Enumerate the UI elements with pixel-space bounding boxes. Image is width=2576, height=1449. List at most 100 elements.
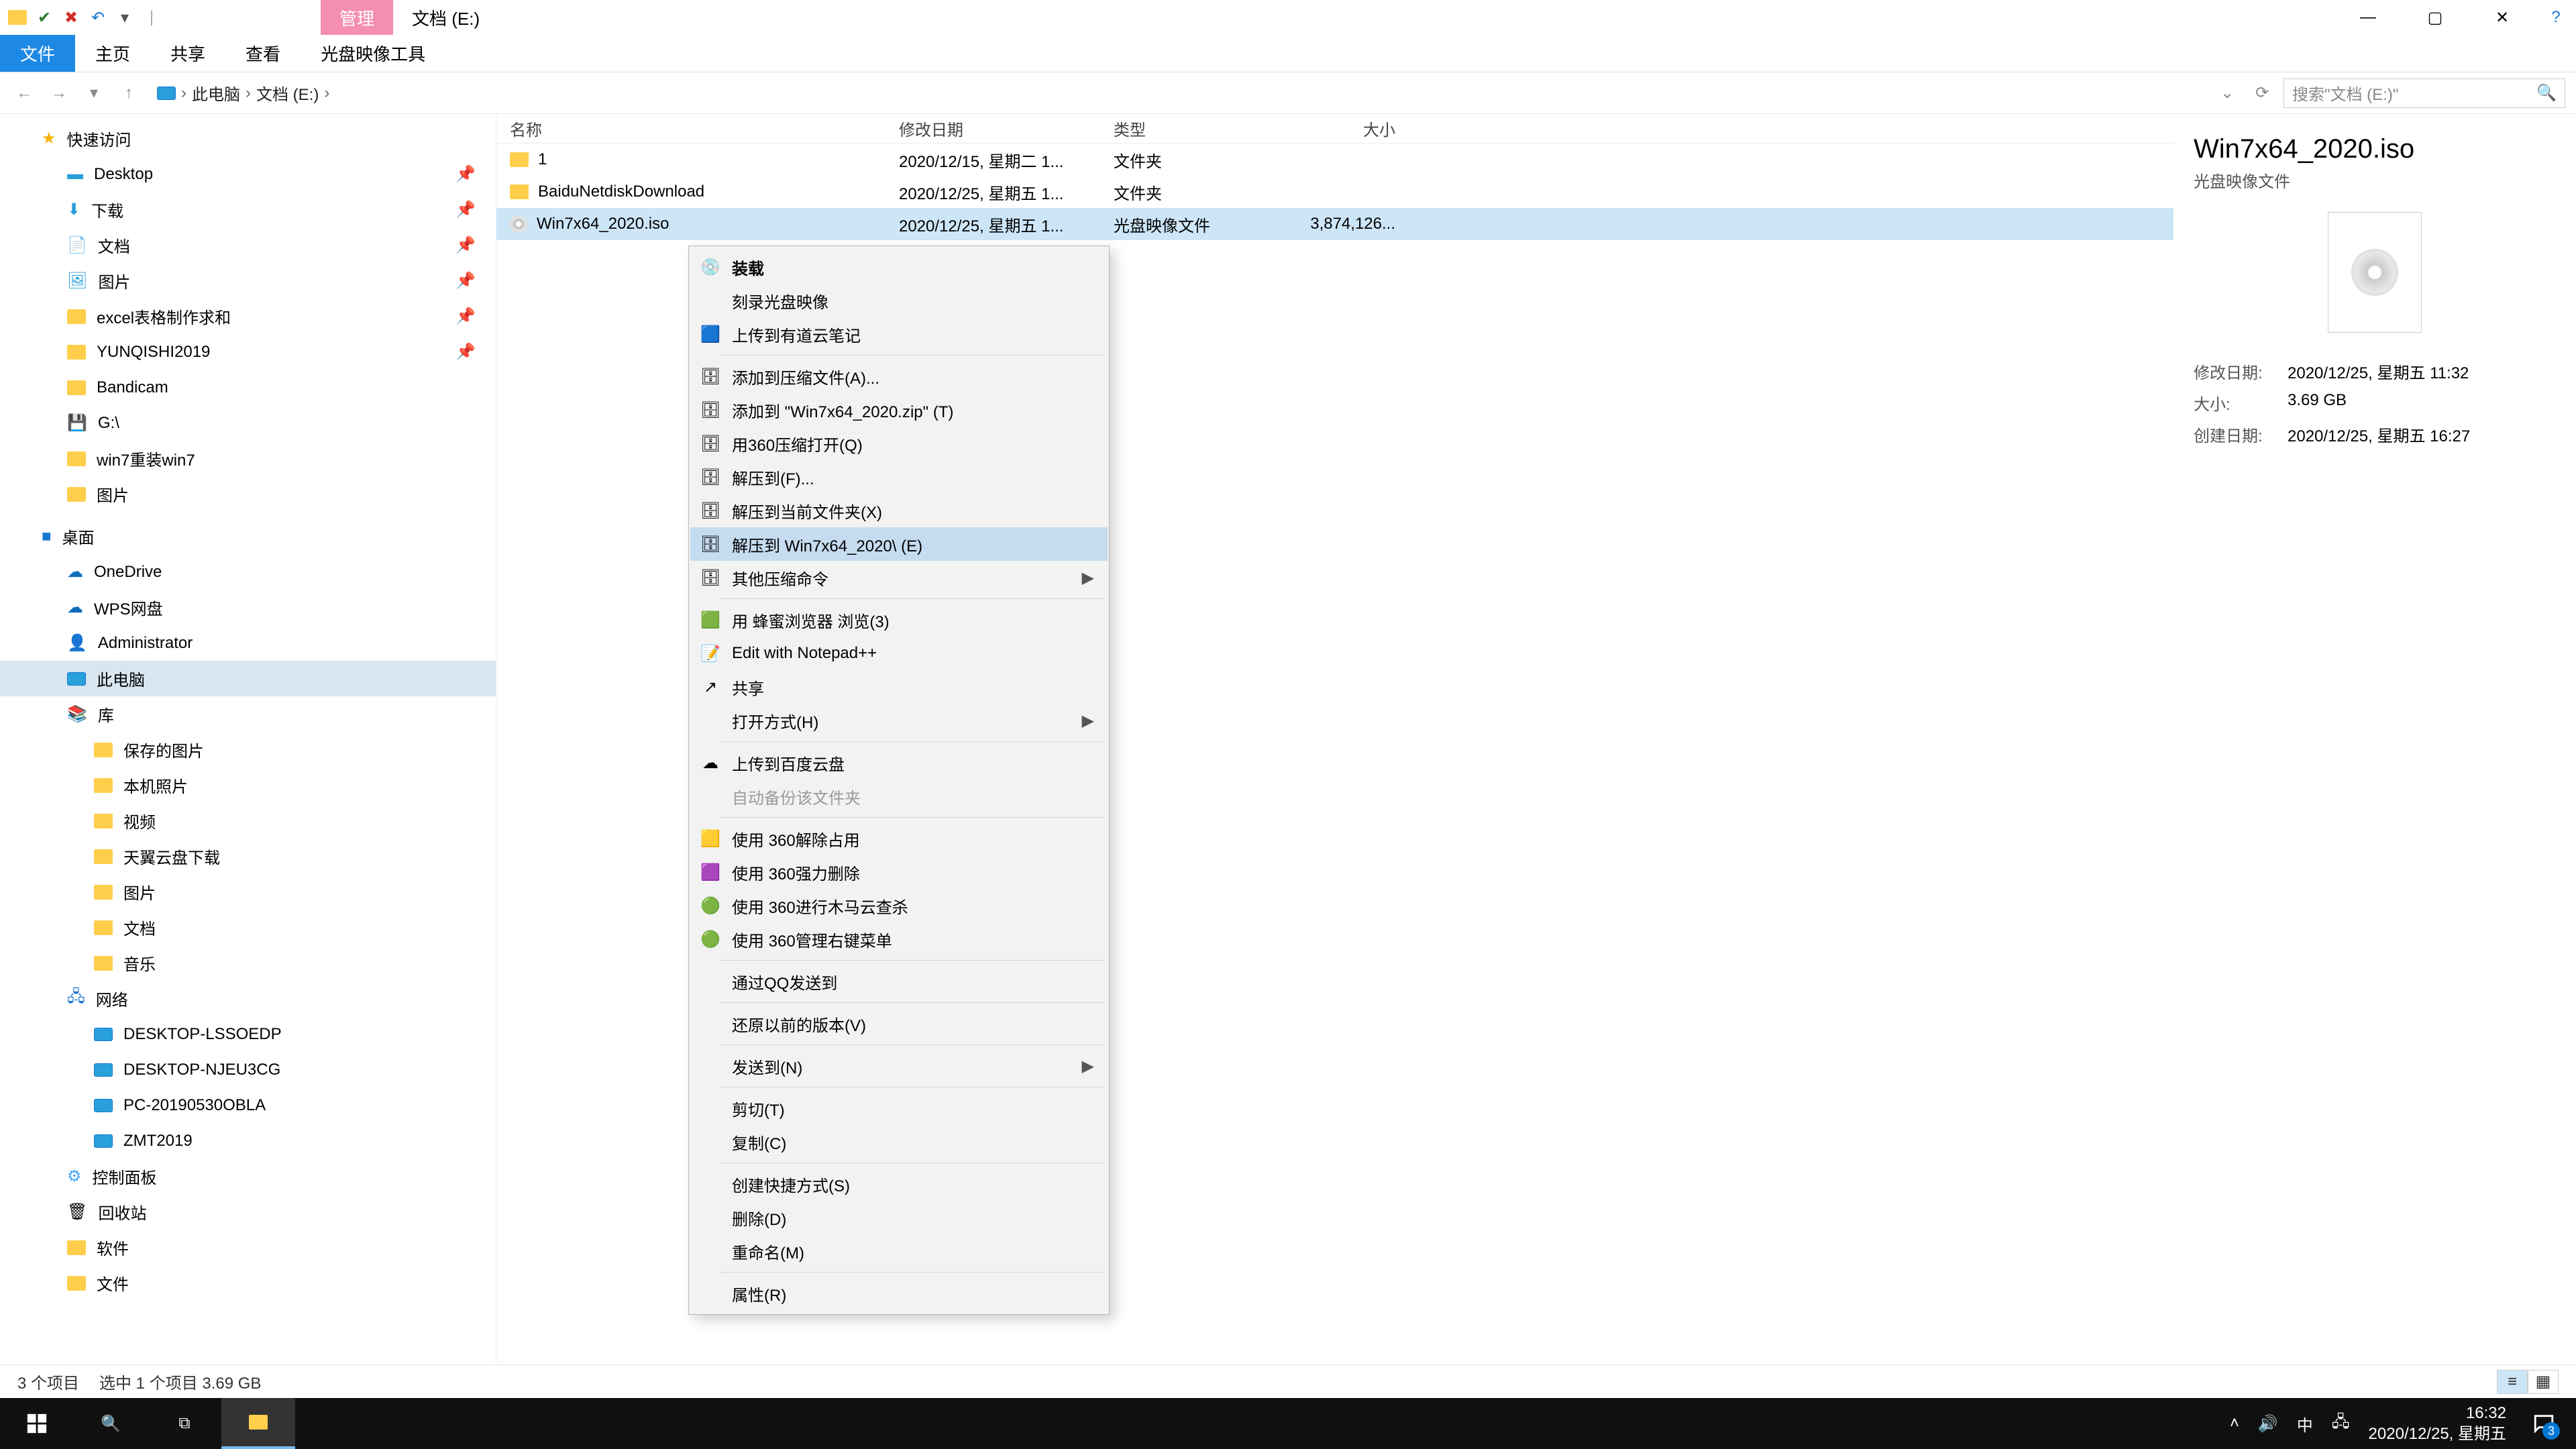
menu-item[interactable]: 删除(D) xyxy=(690,1201,1108,1234)
menu-item[interactable]: 打开方式(H)▶ xyxy=(690,704,1108,737)
qat-delete-icon[interactable]: ✖ xyxy=(60,7,82,28)
task-view-button[interactable]: ⧉ xyxy=(148,1398,221,1449)
menu-item[interactable]: 📝Edit with Notepad++ xyxy=(690,637,1108,670)
nav-up-button[interactable]: ↑ xyxy=(115,80,142,107)
nav-pc1[interactable]: DESKTOP-LSSOEDP xyxy=(0,1016,496,1052)
nav-pictures2[interactable]: 图片 xyxy=(0,476,496,512)
menu-item[interactable]: 🟩用 蜂蜜浏览器 浏览(3) xyxy=(690,603,1108,637)
nav-downloads[interactable]: ⬇下载📌 xyxy=(0,192,496,227)
nav-pc4[interactable]: ZMT2019 xyxy=(0,1123,496,1159)
search-button[interactable]: 🔍 xyxy=(74,1398,148,1449)
file-row[interactable]: Win7x64_2020.iso2020/12/25, 星期五 1...光盘映像… xyxy=(496,208,2174,240)
view-details-button[interactable]: ≡ xyxy=(2497,1370,2528,1394)
nav-wps[interactable]: ☁WPS网盘 xyxy=(0,590,496,625)
col-name[interactable]: 名称 xyxy=(496,117,885,140)
nav-lib-pics[interactable]: 图片 xyxy=(0,874,496,910)
menu-item[interactable]: 刻录光盘映像 xyxy=(690,284,1108,317)
start-button[interactable] xyxy=(0,1398,74,1449)
nav-bandicam[interactable]: Bandicam xyxy=(0,370,496,405)
menu-item[interactable]: 通过QQ发送到 xyxy=(690,965,1108,998)
qat-dropdown-icon[interactable]: ▾ xyxy=(114,7,136,28)
taskbar-explorer[interactable] xyxy=(221,1398,295,1449)
close-button[interactable]: ✕ xyxy=(2469,0,2536,35)
nav-onedrive[interactable]: ☁OneDrive xyxy=(0,554,496,590)
nav-history-dropdown[interactable]: ▾ xyxy=(80,80,107,107)
menu-item[interactable]: ↗共享 xyxy=(690,670,1108,704)
volume-icon[interactable]: 🔊 xyxy=(2258,1414,2278,1434)
nav-saved-pics[interactable]: 保存的图片 xyxy=(0,732,496,767)
nav-back-button[interactable]: ← xyxy=(11,80,38,107)
nav-this-pc[interactable]: 此电脑 xyxy=(0,661,496,696)
nav-desktop-root[interactable]: ■桌面 xyxy=(0,519,496,554)
network-icon[interactable]: 🖧 xyxy=(2332,1410,2350,1438)
view-icons-button[interactable]: ▦ xyxy=(2528,1370,2559,1394)
maximize-button[interactable]: ▢ xyxy=(2402,0,2469,35)
ribbon-file-tab[interactable]: 文件 xyxy=(0,35,75,72)
menu-item[interactable]: 🗄解压到 Win7x64_2020\ (E) xyxy=(690,527,1108,561)
menu-item[interactable]: 🗄添加到压缩文件(A)... xyxy=(690,360,1108,393)
refresh-button[interactable]: ⟳ xyxy=(2249,80,2275,107)
nav-admin[interactable]: 👤Administrator xyxy=(0,625,496,661)
minimize-button[interactable]: — xyxy=(2334,0,2402,35)
nav-yunqishi[interactable]: YUNQISHI2019📌 xyxy=(0,334,496,370)
file-row[interactable]: BaiduNetdiskDownload2020/12/25, 星期五 1...… xyxy=(496,176,2174,208)
nav-pc2[interactable]: DESKTOP-NJEU3CG xyxy=(0,1052,496,1087)
context-tab-manage[interactable]: 管理 xyxy=(321,0,393,35)
nav-excel[interactable]: excel表格制作求和📌 xyxy=(0,299,496,334)
col-size[interactable]: 大小 xyxy=(1275,117,1409,140)
nav-pc3[interactable]: PC-20190530OBLA xyxy=(0,1087,496,1123)
help-button[interactable]: ? xyxy=(2536,0,2576,35)
menu-item[interactable]: 🟨使用 360解除占用 xyxy=(690,822,1108,855)
menu-item[interactable]: 🗄解压到当前文件夹(X) xyxy=(690,494,1108,527)
nav-software[interactable]: 软件 xyxy=(0,1230,496,1265)
nav-control-panel[interactable]: ⚙控制面板 xyxy=(0,1159,496,1194)
breadcrumb[interactable]: › 此电脑 › 文档 (E:) › xyxy=(150,81,2206,105)
menu-item[interactable]: 创建快捷方式(S) xyxy=(690,1167,1108,1201)
menu-item[interactable]: 还原以前的版本(V) xyxy=(690,1007,1108,1040)
ribbon-view-tab[interactable]: 查看 xyxy=(225,35,301,72)
search-input[interactable]: 搜索"文档 (E:)" 🔍 xyxy=(2284,78,2565,108)
taskbar-clock[interactable]: 16:32 2020/12/25, 星期五 xyxy=(2369,1403,2506,1444)
ribbon-disc-tools-tab[interactable]: 光盘映像工具 xyxy=(301,35,445,72)
ribbon-share-tab[interactable]: 共享 xyxy=(150,35,225,72)
menu-item[interactable]: 🗄解压到(F)... xyxy=(690,460,1108,494)
nav-win7reinstall[interactable]: win7重装win7 xyxy=(0,441,496,476)
nav-local-photos[interactable]: 本机照片 xyxy=(0,767,496,803)
nav-desktop[interactable]: ▬Desktop📌 xyxy=(0,156,496,192)
action-center-button[interactable]: 3 xyxy=(2525,1405,2563,1442)
nav-library[interactable]: 📚库 xyxy=(0,696,496,732)
nav-files[interactable]: 文件 xyxy=(0,1265,496,1301)
nav-forward-button[interactable]: → xyxy=(46,80,72,107)
menu-item[interactable]: 剪切(T) xyxy=(690,1091,1108,1125)
breadcrumb-root[interactable]: 此电脑 xyxy=(192,81,240,105)
nav-tianyi[interactable]: 天翼云盘下载 xyxy=(0,839,496,874)
menu-item[interactable]: 🟢使用 360管理右键菜单 xyxy=(690,922,1108,956)
menu-item[interactable]: 🗄其他压缩命令▶ xyxy=(690,561,1108,594)
menu-item[interactable]: 💿装载 xyxy=(690,250,1108,284)
qat-undo-icon[interactable]: ↶ xyxy=(87,7,109,28)
qat-save-icon[interactable]: ✔ xyxy=(34,7,55,28)
menu-item[interactable]: ☁上传到百度云盘 xyxy=(690,746,1108,780)
col-type[interactable]: 类型 xyxy=(1100,117,1275,140)
menu-item[interactable]: 🟦上传到有道云笔记 xyxy=(690,317,1108,351)
menu-item[interactable]: 🟪使用 360强力删除 xyxy=(690,855,1108,889)
nav-lib-docs[interactable]: 文档 xyxy=(0,910,496,945)
nav-videos[interactable]: 视频 xyxy=(0,803,496,839)
menu-item[interactable]: 重命名(M) xyxy=(690,1234,1108,1268)
address-dropdown[interactable]: ⌄ xyxy=(2214,80,2241,107)
nav-documents[interactable]: 📄文档📌 xyxy=(0,227,496,263)
menu-item[interactable]: 属性(R) xyxy=(690,1277,1108,1310)
nav-recycle[interactable]: 🗑回收站 xyxy=(0,1194,496,1230)
menu-item[interactable]: 复制(C) xyxy=(690,1125,1108,1159)
menu-item[interactable]: 🟢使用 360进行木马云查杀 xyxy=(690,889,1108,922)
ime-indicator[interactable]: 中 xyxy=(2297,1412,2313,1436)
menu-item[interactable]: 发送到(N)▶ xyxy=(690,1049,1108,1083)
nav-gdrive[interactable]: 💾G:\ xyxy=(0,405,496,441)
breadcrumb-drive[interactable]: 文档 (E:) xyxy=(256,81,319,105)
nav-network[interactable]: 🖧网络 xyxy=(0,981,496,1016)
menu-item[interactable]: 🗄用360压缩打开(Q) xyxy=(690,427,1108,460)
nav-lib-music[interactable]: 音乐 xyxy=(0,945,496,981)
nav-quick-access[interactable]: ★快速访问 xyxy=(0,121,496,156)
tray-overflow-icon[interactable]: ˄ xyxy=(2230,1414,2239,1433)
nav-pictures-quick[interactable]: 🖼图片📌 xyxy=(0,263,496,299)
